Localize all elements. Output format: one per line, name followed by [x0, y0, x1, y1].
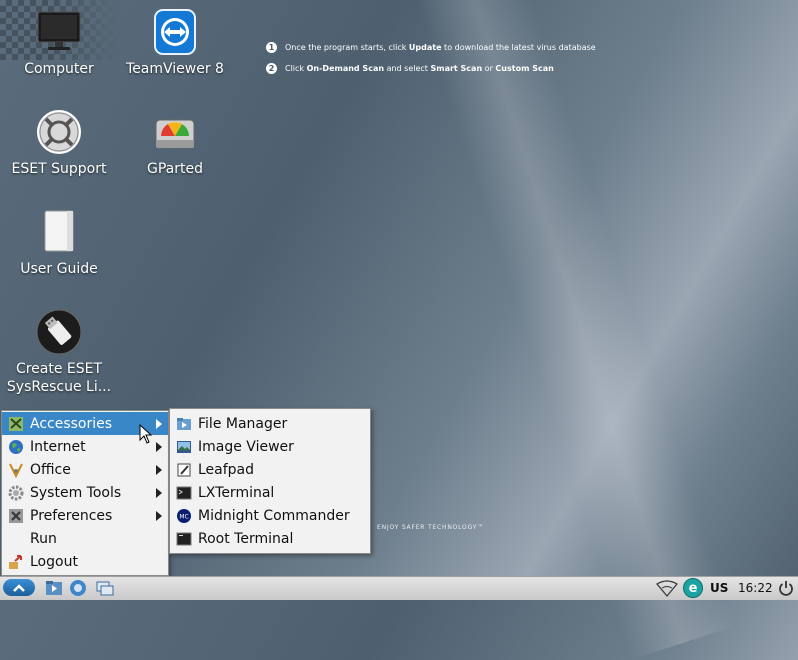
internet-globe-icon	[9, 439, 23, 454]
submenu-arrow-icon	[156, 488, 162, 498]
menu-item-logout[interactable]: Logout	[2, 550, 168, 573]
gparted-disk-icon	[155, 119, 195, 149]
instruction-bold-text: Update	[408, 43, 442, 52]
desktop-icon-user-guide[interactable]: User Guide	[4, 208, 114, 278]
teamviewer-icon	[154, 9, 196, 55]
menu-item-label: Internet	[30, 438, 86, 455]
menu-item-label: Office	[30, 461, 71, 478]
desktop-icon-create-sysrescue[interactable]: Create ESET SysRescue Li...	[4, 308, 114, 396]
menu-item-file-manager[interactable]: File Manager	[170, 412, 370, 435]
menu-item-label: Preferences	[30, 507, 113, 524]
wifi-network-icon[interactable]	[656, 580, 678, 598]
submenu-arrow-icon	[156, 511, 162, 521]
desktop-icon-label: TeamViewer 8	[126, 61, 224, 77]
instruction-step-2: 2 Click On-Demand Scan and select Smart …	[266, 63, 554, 74]
menu-item-leafpad[interactable]: Leafpad	[170, 458, 370, 481]
eset-tagline: ENJOY SAFER TECHNOLOGY™	[377, 524, 484, 531]
root-terminal-icon	[176, 532, 192, 545]
user-guide-document-icon	[44, 210, 74, 252]
desktop-icon-label: Computer	[24, 61, 94, 77]
logout-icon	[9, 554, 22, 569]
accessories-submenu: File Manager Image Viewer Leafpad LXTerm…	[169, 408, 371, 554]
file-manager-launcher-icon[interactable]	[44, 579, 64, 597]
instruction-bold-text: Custom Scan	[495, 64, 554, 73]
system-tools-gear-icon	[8, 485, 24, 500]
instruction-text: Once the program starts, click	[285, 43, 409, 52]
menu-item-label: LXTerminal	[198, 484, 275, 501]
step-number-badge: 2	[266, 63, 277, 74]
instruction-text: or	[482, 64, 496, 73]
menu-item-preferences[interactable]: Preferences	[2, 504, 168, 527]
desktop-icon-label: ESET Support	[11, 161, 107, 177]
desktop-icon-gparted[interactable]: GParted	[120, 108, 230, 178]
menu-item-root-terminal[interactable]: Root Terminal	[170, 527, 370, 550]
show-desktop-windows-icon[interactable]	[95, 579, 115, 597]
clock[interactable]: 16:22	[738, 581, 773, 595]
menu-item-label: Image Viewer	[198, 438, 294, 455]
desktop-icon-eset-support[interactable]: ESET Support	[4, 108, 114, 178]
menu-item-label: Accessories	[30, 415, 113, 432]
keyboard-layout-indicator[interactable]: US	[710, 581, 728, 595]
image-viewer-icon	[177, 440, 191, 453]
taskbar: e US 16:22	[0, 576, 798, 600]
submenu-arrow-icon	[156, 465, 162, 475]
desktop-icon-computer[interactable]: Computer	[4, 8, 114, 78]
menu-item-label: Root Terminal	[198, 530, 294, 547]
desktop-icon-teamviewer[interactable]: TeamViewer 8	[120, 8, 230, 78]
instruction-step-1: 1 Once the program starts, click Update …	[266, 42, 596, 53]
step-number-badge: 1	[266, 42, 277, 53]
menu-item-label: Logout	[30, 553, 78, 570]
leafpad-icon	[177, 463, 191, 476]
submenu-arrow-icon	[156, 442, 162, 452]
desktop-icon-label: GParted	[147, 161, 203, 177]
terminal-icon	[176, 486, 192, 499]
menu-item-midnight-commander[interactable]: MC Midnight Commander	[170, 504, 370, 527]
midnight-commander-icon: MC	[177, 508, 191, 523]
desktop-icon-label: User Guide	[20, 261, 98, 277]
svg-text:MC: MC	[179, 513, 188, 520]
start-menu-button[interactable]	[3, 579, 35, 596]
menu-item-lxterminal[interactable]: LXTerminal	[170, 481, 370, 504]
desktop-icon-label: Create ESET SysRescue Li...	[6, 361, 112, 395]
instruction-text: and select	[384, 64, 431, 73]
eset-tray-icon[interactable]: e	[683, 578, 703, 598]
wallpaper-light-streak	[414, 0, 736, 660]
computer-monitor-icon	[37, 11, 81, 50]
menu-item-run[interactable]: Run	[2, 527, 168, 550]
menu-item-label: Run	[30, 530, 57, 547]
preferences-icon	[9, 508, 23, 523]
menu-item-label: Midnight Commander	[198, 507, 350, 524]
instruction-text: to download the latest virus database	[441, 43, 596, 52]
submenu-arrow-icon	[156, 419, 162, 429]
instruction-bold-text: On-Demand Scan	[306, 64, 385, 73]
usb-drive-icon	[36, 309, 82, 355]
mouse-pointer-icon	[139, 424, 153, 444]
run-icon-placeholder	[8, 531, 24, 547]
menu-item-system-tools[interactable]: System Tools	[2, 481, 168, 504]
chevron-up-icon	[13, 583, 25, 592]
instruction-text: Click	[285, 64, 307, 73]
instruction-bold-text: Smart Scan	[430, 64, 483, 73]
power-icon[interactable]	[778, 579, 794, 597]
menu-item-label: System Tools	[30, 484, 122, 501]
office-icon	[9, 463, 23, 478]
web-browser-launcher-icon[interactable]	[68, 579, 88, 597]
menu-item-label: Leafpad	[198, 461, 255, 478]
file-manager-icon	[177, 417, 191, 430]
lifebuoy-support-icon	[37, 110, 81, 154]
menu-item-image-viewer[interactable]: Image Viewer	[170, 435, 370, 458]
menu-item-office[interactable]: Office	[2, 458, 168, 481]
accessories-icon	[9, 416, 23, 431]
menu-item-label: File Manager	[198, 415, 288, 432]
